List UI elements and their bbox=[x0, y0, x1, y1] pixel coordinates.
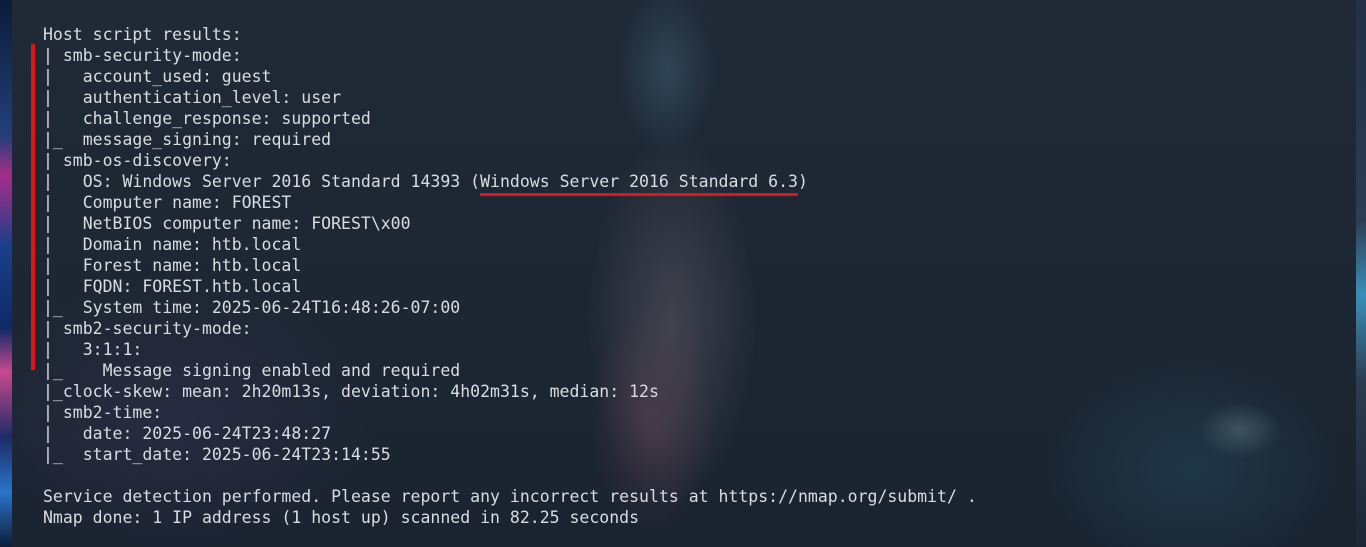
terminal-line: | 3:1:1: bbox=[43, 340, 143, 359]
terminal-line: | Forest name: htb.local bbox=[43, 256, 302, 275]
terminal-line: | smb2-security-mode: bbox=[43, 319, 252, 338]
wallpaper-right-edge bbox=[1356, 0, 1366, 547]
screenshot-frame: Host script results: | smb-security-mode… bbox=[0, 0, 1366, 547]
terminal-line: |_clock-skew: mean: 2h20m13s, deviation:… bbox=[43, 382, 659, 401]
terminal-line: | smb2-time: bbox=[43, 403, 163, 422]
os-version-highlight: Windows Server 2016 Standard 6.3 bbox=[480, 171, 798, 196]
terminal-output[interactable]: Host script results: | smb-security-mode… bbox=[43, 24, 1243, 528]
terminal-line: | smb-security-mode: bbox=[43, 46, 242, 65]
wallpaper-left-edge bbox=[0, 0, 12, 547]
terminal-line: | account_used: guest bbox=[43, 67, 272, 86]
terminal-line: |_ message_signing: required bbox=[43, 130, 332, 149]
terminal-line: | Domain name: htb.local bbox=[43, 235, 302, 254]
terminal-line: | challenge_response: supported bbox=[43, 109, 371, 128]
os-line-suffix: ) bbox=[797, 172, 808, 191]
annotation-vertical-bar bbox=[31, 44, 35, 370]
terminal-line: Host script results: bbox=[43, 25, 242, 44]
terminal-line: | smb-os-discovery: bbox=[43, 151, 232, 170]
terminal-line: |_ Message signing enabled and required bbox=[43, 361, 461, 380]
terminal-line: | date: 2025-06-24T23:48:27 bbox=[43, 424, 332, 443]
terminal-line: Nmap done: 1 IP address (1 host up) scan… bbox=[43, 508, 640, 527]
terminal-line: |_ System time: 2025-06-24T16:48:26-07:0… bbox=[43, 298, 461, 317]
terminal-line-os: | OS: Windows Server 2016 Standard 14393… bbox=[43, 171, 1243, 196]
terminal-line: | NetBIOS computer name: FOREST\x00 bbox=[43, 214, 411, 233]
os-line-prefix: | OS: Windows Server 2016 Standard 14393… bbox=[43, 172, 481, 191]
terminal-line: Service detection performed. Please repo… bbox=[43, 487, 977, 506]
terminal-line: | authentication_level: user bbox=[43, 88, 342, 107]
terminal-line: | FQDN: FOREST.htb.local bbox=[43, 277, 302, 296]
terminal-line: |_ start_date: 2025-06-24T23:14:55 bbox=[43, 445, 391, 464]
